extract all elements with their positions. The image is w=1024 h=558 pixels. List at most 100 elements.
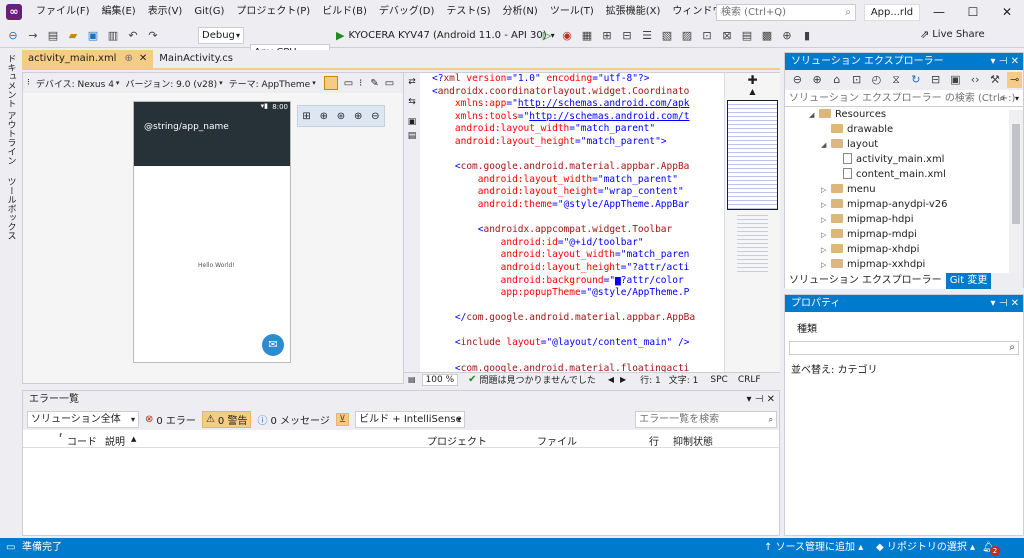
tab-activity-main[interactable]: activity_main.xml ⊕ ✕	[22, 50, 154, 68]
whitespace-mode[interactable]: SPC	[710, 375, 727, 385]
theme-select[interactable]: テーマ: AppTheme	[229, 77, 311, 90]
toolbar-icon-j[interactable]: ▩	[759, 28, 775, 44]
zoom-out-icon[interactable]: ⊖	[371, 111, 379, 122]
line-ending[interactable]: CRLF	[738, 375, 761, 385]
save-all-icon[interactable]: ▥	[105, 28, 121, 44]
tree-item[interactable]: ▷ mipmap-hdpi	[785, 212, 1023, 227]
forward-icon[interactable]: →	[25, 28, 41, 44]
toolbar-icon-c[interactable]: ⊟	[619, 28, 635, 44]
toolbar-icon-b[interactable]: ⊞	[599, 28, 615, 44]
toolbar-icon-l[interactable]: ▮	[799, 28, 815, 44]
menu-item[interactable]: 表示(V)	[142, 0, 189, 24]
column-description[interactable]: 説明	[105, 433, 125, 448]
fab-mail-icon[interactable]: ✉	[262, 334, 284, 356]
scope-select[interactable]: ソリューション全体 ▾	[27, 410, 139, 428]
column-code[interactable]: コード	[67, 433, 97, 448]
nav-forward-icon[interactable]: ▶	[620, 375, 626, 384]
tab-git-changes[interactable]: Git 変更	[945, 273, 992, 289]
source-control-button[interactable]: ↑ ソース管理に追加 ▴	[764, 538, 863, 558]
minimap-viewport[interactable]	[727, 100, 778, 210]
panel-controls[interactable]: ▾ ⊣ ✕	[991, 53, 1019, 70]
show-all-icon[interactable]: ▣	[948, 72, 963, 88]
blueprint-icon[interactable]: ▭	[385, 78, 394, 89]
warnings-filter[interactable]: ⚠ 0 警告	[201, 410, 252, 428]
hot-reload-icon[interactable]: ◉	[559, 28, 575, 44]
panel-controls[interactable]: ▾ ⊣ ✕	[991, 295, 1019, 312]
scroll-up-icon[interactable]: ▲	[725, 87, 780, 96]
tree-item[interactable]: ▷ mipmap-anydpi-v26	[785, 197, 1023, 212]
menu-item[interactable]: Git(G)	[188, 0, 230, 24]
build-filter-select[interactable]: ビルド + IntelliSense ▾	[355, 410, 466, 428]
back-icon[interactable]: ⊖	[5, 28, 21, 44]
tab-solution-explorer[interactable]: ソリューション エクスプローラー	[785, 273, 946, 289]
fit-screen-icon[interactable]: ⊞	[302, 111, 310, 122]
menu-item[interactable]: 拡張機能(X)	[600, 0, 667, 24]
split-icon[interactable]: ✚	[725, 73, 780, 87]
repo-select-button[interactable]: ◆ リポジトリの選択 ▴	[876, 538, 975, 558]
gutter-icon-a[interactable]: ⇄	[404, 77, 420, 87]
menu-item[interactable]: プロジェクト(P)	[230, 0, 316, 24]
error-search[interactable]: エラー一覧を検索 ⌕	[635, 410, 778, 428]
designer-menu-icon[interactable]: ⁝	[27, 78, 30, 88]
tree-item[interactable]: ▷ menu	[785, 182, 1023, 197]
design-view-icon[interactable]: ⁝	[359, 78, 362, 89]
issues-text[interactable]: 問題は見つかりませんでした	[480, 373, 596, 386]
toolbar-icon-h[interactable]: ⊠	[719, 28, 735, 44]
filter-icon[interactable]: ⊻	[335, 412, 350, 426]
undo-icon[interactable]: ↶	[125, 28, 141, 44]
redo-icon[interactable]: ↷	[145, 28, 161, 44]
tab-mainactivity[interactable]: MainActivity.cs	[153, 50, 239, 68]
tree-item[interactable]: activity_main.xml	[785, 152, 1023, 167]
collapse-icon[interactable]: ◢	[821, 138, 831, 153]
menu-item[interactable]: テスト(S)	[440, 0, 496, 24]
pen-icon[interactable]: ✎	[370, 78, 378, 89]
menu-item[interactable]: 編集(E)	[96, 0, 142, 24]
portrait-icon[interactable]	[323, 76, 338, 90]
xml-code[interactable]: <?xml version="1.0" encoding="utf-8"?> <a…	[432, 73, 724, 373]
history-icon[interactable]: ◴	[869, 72, 884, 88]
zoom-level[interactable]: 100 %	[421, 373, 459, 386]
column-project[interactable]: プロジェクト	[427, 433, 487, 448]
tree-item[interactable]: ▷ mipmap-xxhdpi	[785, 257, 1023, 272]
properties-search[interactable]: ⌕	[789, 341, 1019, 355]
start-without-debug-icon[interactable]: ▷	[539, 28, 555, 44]
gutter-icon-b[interactable]: ⇆	[404, 97, 420, 107]
home-icon[interactable]: ⌂	[830, 72, 845, 88]
tree-item[interactable]: drawable	[785, 122, 1023, 137]
toolbar-icon-d[interactable]: ☰	[639, 28, 655, 44]
menu-item[interactable]: 分析(N)	[497, 0, 544, 24]
menu-item[interactable]: ビルド(B)	[316, 0, 373, 24]
toolbar-icon-k[interactable]: ⊕	[779, 28, 795, 44]
column-suppression[interactable]: 抑制状態	[673, 433, 713, 448]
back-icon[interactable]: ⊖	[790, 72, 805, 88]
config-select[interactable]: Debug ▾	[198, 27, 244, 44]
tree-item[interactable]: ▷ mipmap-xhdpi	[785, 242, 1023, 257]
code-icon[interactable]: ‹›	[968, 72, 983, 88]
expand-icon[interactable]: ▷	[821, 213, 831, 228]
run-button[interactable]: ▶ KYOCERA KYV47 (Android 11.0 - API 30) …	[336, 27, 555, 44]
new-project-icon[interactable]: ▤	[45, 28, 61, 44]
zoom-in-icon[interactable]: ⊕	[354, 111, 362, 122]
nav-back-icon[interactable]: ◀	[608, 375, 614, 384]
pin-icon[interactable]: ⊕	[124, 50, 132, 68]
document-outline-tab[interactable]: ドキュメント アウトライン	[5, 48, 18, 171]
expand-icon[interactable]: ▷	[821, 198, 831, 213]
collapse-icon[interactable]: ◢	[809, 108, 819, 123]
open-icon[interactable]: ▰	[65, 28, 81, 44]
column-line[interactable]: 行	[649, 433, 659, 448]
wrench-icon[interactable]: ⚒	[988, 72, 1003, 88]
toolbar-icon-e[interactable]: ▧	[659, 28, 675, 44]
minimap[interactable]: ✚ ▲	[724, 73, 780, 373]
tree-item[interactable]: ◢ Resources	[785, 107, 1023, 122]
close-icon[interactable]: ✕	[990, 0, 1024, 24]
toolbar-icon-i[interactable]: ▤	[739, 28, 755, 44]
version-select[interactable]: バージョン: 9.0 (v28)	[125, 77, 217, 90]
expand-icon[interactable]: ▷	[821, 243, 831, 258]
solution-search[interactable]: ソリューション エクスプローラー の検索 (Ctrl+:) ⌕ ▾	[785, 90, 1023, 107]
expand-icon[interactable]: ▷	[821, 228, 831, 243]
gutter-icon-d[interactable]: ▤	[404, 131, 420, 141]
sort-by-category[interactable]: 並べ替え: カテゴリ	[785, 355, 1023, 376]
minimize-icon[interactable]: —	[922, 0, 956, 24]
device-select[interactable]: デバイス: Nexus 4	[36, 77, 114, 90]
tree-item[interactable]: content_main.xml	[785, 167, 1023, 182]
